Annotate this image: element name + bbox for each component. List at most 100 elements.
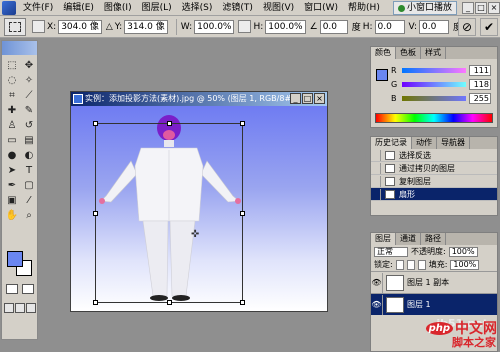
magic-wand-tool-icon[interactable]: ✧ bbox=[21, 73, 37, 87]
r-slider[interactable] bbox=[402, 67, 466, 73]
eye-icon[interactable]: 👁 bbox=[371, 294, 383, 315]
y-field[interactable]: 314.0 像 bbox=[124, 19, 168, 34]
color-panel-fg-swatch[interactable] bbox=[376, 69, 388, 81]
transform-handle[interactable] bbox=[93, 211, 98, 216]
marquee-tool-icon[interactable]: ⬚ bbox=[4, 58, 20, 72]
doc-maximize-icon[interactable]: □ bbox=[302, 93, 313, 104]
layer-row[interactable]: 👁 图层 1 副本 bbox=[371, 271, 497, 293]
maximize-icon[interactable]: □ bbox=[475, 2, 487, 14]
image-canvas[interactable]: ✜ bbox=[71, 106, 327, 311]
b-value[interactable]: 255 bbox=[469, 92, 491, 104]
path-select-icon[interactable]: ➤ bbox=[4, 163, 20, 177]
zoom-tool-icon[interactable]: ⌕ bbox=[21, 208, 37, 222]
notes-tool-icon[interactable]: ▣ bbox=[4, 193, 20, 207]
document-title-bar[interactable]: 实例：添加投影方法(素材).jpg @ 50% (图层 1, RGB/8#) _… bbox=[71, 92, 327, 106]
screen-mode-full-icon[interactable] bbox=[26, 303, 36, 313]
angle-field[interactable]: 0.0 bbox=[319, 19, 348, 34]
blur-tool-icon[interactable]: ● bbox=[4, 148, 20, 162]
shape-tool-icon[interactable]: ▢ bbox=[21, 178, 37, 192]
screen-mode-full-menu-icon[interactable] bbox=[15, 303, 25, 313]
minimize-icon[interactable]: _ bbox=[462, 2, 474, 14]
type-tool-icon[interactable]: T bbox=[21, 163, 37, 177]
hand-tool-icon[interactable]: ✋ bbox=[4, 208, 20, 222]
opacity-field[interactable]: 100% bbox=[448, 246, 478, 257]
transform-bounding-box[interactable]: ✜ bbox=[93, 121, 245, 305]
transform-handle[interactable] bbox=[240, 300, 245, 305]
menu-filter[interactable]: 滤镜(T) bbox=[217, 0, 258, 16]
y-label: Y: bbox=[114, 21, 123, 32]
screen-mode-standard-icon[interactable] bbox=[4, 303, 14, 313]
transform-center-icon[interactable]: ✜ bbox=[191, 229, 199, 240]
r-value[interactable]: 111 bbox=[469, 64, 491, 76]
menu-edit[interactable]: 编辑(E) bbox=[58, 0, 99, 16]
transform-tool-preset-icon[interactable] bbox=[4, 17, 26, 36]
menu-layer[interactable]: 图层(L) bbox=[137, 0, 177, 16]
menu-select[interactable]: 选择(S) bbox=[177, 0, 218, 16]
doc-minimize-icon[interactable]: _ bbox=[290, 93, 301, 104]
crop-tool-icon[interactable]: ⌗ bbox=[4, 88, 20, 102]
healing-brush-icon[interactable]: ✚ bbox=[4, 103, 20, 117]
transform-handle[interactable] bbox=[93, 300, 98, 305]
transform-handle[interactable] bbox=[167, 300, 172, 305]
reference-point-icon[interactable] bbox=[32, 20, 45, 33]
dodge-tool-icon[interactable]: ◐ bbox=[21, 148, 37, 162]
tab-channels[interactable]: 通道 bbox=[396, 233, 421, 245]
cancel-transform-icon[interactable]: ⊘ bbox=[458, 18, 476, 36]
tab-swatches[interactable]: 色板 bbox=[396, 47, 421, 59]
menu-window[interactable]: 窗口(W) bbox=[299, 0, 343, 16]
eyedropper-tool-icon[interactable]: ⁄ bbox=[21, 193, 37, 207]
tab-paths[interactable]: 路径 bbox=[421, 233, 446, 245]
color-spectrum-bar[interactable] bbox=[375, 113, 493, 123]
x-field[interactable]: 304.0 像 bbox=[58, 19, 102, 34]
v-skew-field[interactable]: 0.0 bbox=[419, 19, 449, 34]
slice-tool-icon[interactable]: ⟋ bbox=[21, 88, 37, 102]
history-item-selected[interactable]: 扇形 bbox=[371, 188, 497, 201]
transform-handle[interactable] bbox=[240, 211, 245, 216]
link-icon[interactable] bbox=[238, 20, 252, 33]
lock-position-icon[interactable] bbox=[417, 259, 426, 270]
move-tool-icon[interactable]: ✥ bbox=[21, 58, 37, 72]
tab-navigator[interactable]: 导航器 bbox=[437, 137, 470, 149]
height-field[interactable]: 100.0% bbox=[265, 19, 306, 34]
standard-mode-icon[interactable] bbox=[6, 284, 18, 294]
lock-transparency-icon[interactable] bbox=[395, 259, 404, 270]
layer-row-selected[interactable]: 👁 图层 1 bbox=[371, 293, 497, 315]
eye-icon[interactable]: 👁 bbox=[371, 272, 383, 293]
lasso-tool-icon[interactable]: ◌ bbox=[4, 73, 20, 87]
g-slider[interactable] bbox=[402, 81, 466, 87]
clone-stamp-icon[interactable]: ♙ bbox=[4, 118, 20, 132]
quick-mask-icon[interactable] bbox=[22, 284, 34, 294]
h-skew-field[interactable]: 0.0 bbox=[374, 19, 405, 34]
menu-view[interactable]: 视图(V) bbox=[258, 0, 299, 16]
commit-transform-icon[interactable]: ✔ bbox=[480, 18, 498, 36]
tab-layers[interactable]: 图层 bbox=[371, 233, 396, 245]
lock-image-icon[interactable] bbox=[406, 259, 415, 270]
history-item[interactable]: 复制图层 bbox=[371, 175, 497, 188]
g-value[interactable]: 118 bbox=[469, 78, 491, 90]
blend-mode-select[interactable]: 正常 bbox=[374, 246, 408, 257]
mini-window-button[interactable]: 小窗口播放 bbox=[392, 1, 457, 15]
transform-handle[interactable] bbox=[167, 121, 172, 126]
history-item[interactable]: 通过拷贝的图层 bbox=[371, 162, 497, 175]
close-icon[interactable]: × bbox=[488, 2, 500, 14]
gradient-tool-icon[interactable]: ▤ bbox=[21, 133, 37, 147]
history-item[interactable]: 选择反选 bbox=[371, 149, 497, 162]
tab-color[interactable]: 颜色 bbox=[371, 47, 396, 59]
tab-history[interactable]: 历史记录 bbox=[371, 137, 412, 149]
history-brush-icon[interactable]: ↺ bbox=[21, 118, 37, 132]
menu-file[interactable]: 文件(F) bbox=[18, 0, 58, 16]
width-field[interactable]: 100.0% bbox=[194, 19, 235, 34]
foreground-color-swatch[interactable] bbox=[7, 251, 23, 267]
doc-close-icon[interactable]: × bbox=[314, 93, 325, 104]
pen-tool-icon[interactable]: ✒ bbox=[4, 178, 20, 192]
brush-tool-icon[interactable]: ✎ bbox=[21, 103, 37, 117]
fill-field[interactable]: 100% bbox=[450, 259, 480, 270]
transform-handle[interactable] bbox=[93, 121, 98, 126]
b-slider[interactable] bbox=[402, 95, 466, 101]
tab-styles[interactable]: 样式 bbox=[421, 47, 446, 59]
menu-image[interactable]: 图像(I) bbox=[99, 0, 137, 16]
menu-help[interactable]: 帮助(H) bbox=[343, 0, 385, 16]
transform-handle[interactable] bbox=[240, 121, 245, 126]
eraser-tool-icon[interactable]: ▭ bbox=[4, 133, 20, 147]
tab-actions[interactable]: 动作 bbox=[412, 137, 437, 149]
